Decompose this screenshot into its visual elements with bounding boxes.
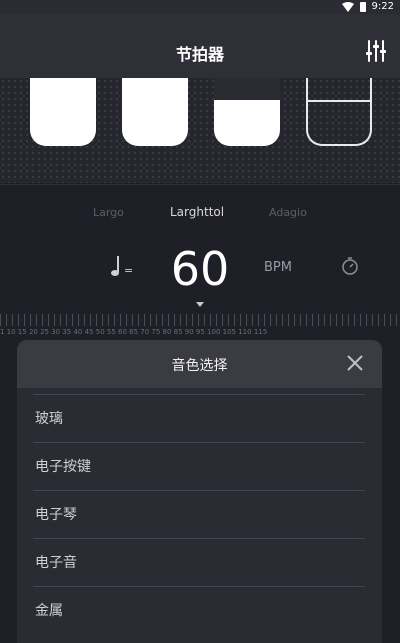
status-time: 9:22	[371, 1, 394, 12]
sheet-header: 音色选择	[17, 340, 382, 388]
bpm-value[interactable]: 60	[160, 242, 240, 296]
bpm-row: = 60 BPM	[0, 242, 400, 298]
tempo-name-adagio[interactable]: Adagio	[269, 206, 307, 219]
divider	[0, 184, 400, 185]
quarter-note-icon: =	[111, 256, 133, 277]
beat-pad-4[interactable]	[306, 78, 372, 146]
ruler-ticks	[0, 314, 400, 326]
page-title: 节拍器	[175, 45, 224, 64]
sound-option-metal[interactable]: 金属	[33, 586, 365, 632]
bpm-unit: BPM	[264, 260, 292, 275]
beat-pad-2[interactable]	[122, 78, 188, 146]
beat-stage	[0, 78, 400, 183]
close-icon[interactable]	[344, 352, 366, 374]
wifi-icon	[341, 1, 354, 12]
beat-pad-1[interactable]	[30, 78, 96, 146]
option-label: 电子琴	[35, 507, 77, 523]
option-label: 玻璃	[35, 411, 63, 427]
ruler-numbers: 1 10 15 20 25 30 35 40 45 50 55 60 65 70…	[0, 328, 268, 336]
option-label: 金属	[35, 603, 63, 619]
sound-option-electronic-organ[interactable]: 电子琴	[33, 490, 365, 536]
top-bar: 节拍器	[0, 14, 400, 78]
sound-select-sheet: 音色选择 玻璃 电子按键 电子琴 电子音 金属	[17, 340, 382, 643]
timer-icon[interactable]	[340, 256, 360, 276]
status-bar: 9:22	[0, 0, 400, 14]
option-label: 电子音	[35, 555, 77, 571]
tempo-name-largo[interactable]: Largo	[93, 206, 124, 219]
status-indicators: 9:22	[341, 1, 394, 12]
tempo-ruler[interactable]: 1 10 15 20 25 30 35 40 45 50 55 60 65 70…	[0, 300, 400, 340]
sliders-icon[interactable]	[362, 37, 390, 65]
battery-icon	[359, 1, 366, 12]
sound-option-electronic-keys[interactable]: 电子按键	[33, 442, 365, 488]
option-label: 电子按键	[35, 459, 91, 475]
sound-option-electronic-tone[interactable]: 电子音	[33, 538, 365, 584]
sound-option-glass[interactable]: 玻璃	[33, 394, 365, 440]
beat-pad-3[interactable]	[214, 78, 280, 146]
ruler-pointer	[196, 302, 204, 307]
note-equals: =	[124, 264, 133, 277]
sheet-title: 音色选择	[171, 358, 228, 374]
tempo-name-active[interactable]: Larghttol	[170, 205, 224, 219]
tempo-names: Largo Larghttol Adagio	[0, 205, 400, 226]
